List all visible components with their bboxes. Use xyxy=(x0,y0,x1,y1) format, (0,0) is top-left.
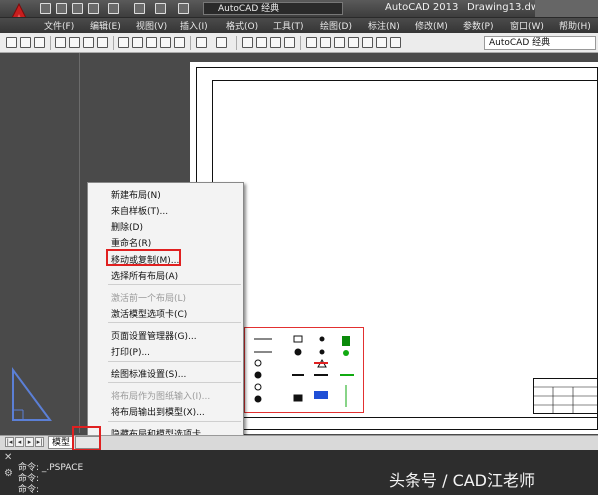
qnew-icon[interactable] xyxy=(6,37,17,48)
plot-icon[interactable] xyxy=(108,3,119,14)
watermark: 头条号 / CAD江老师 xyxy=(389,471,536,490)
menu-help[interactable]: 帮助(H) xyxy=(559,19,591,32)
menu-item-export-layout-to-model[interactable]: 将布局输出到模型(X)... xyxy=(111,405,205,418)
move-or-copy-highlight xyxy=(106,249,181,266)
sheet-set-manager-icon[interactable] xyxy=(348,37,359,48)
menu-item-page-setup-manager[interactable]: 页面设置管理器(G)... xyxy=(111,329,197,342)
menu-view[interactable]: 视图(V) xyxy=(136,19,167,32)
menu-item-import-layout-as-sheet: 将布局作为图纸输入(I)... xyxy=(111,392,211,402)
quickcalc-icon[interactable] xyxy=(376,37,387,48)
menu-separator xyxy=(108,361,241,362)
menu-item-activate-model-tab[interactable]: 激活模型选项卡(C) xyxy=(111,307,187,320)
menu-separator xyxy=(108,322,241,323)
menu-window[interactable]: 窗口(W) xyxy=(510,19,544,32)
workspace-select[interactable]: AutoCAD 经典 xyxy=(203,2,343,15)
zoom-window-icon[interactable] xyxy=(270,37,281,48)
ucs-icon xyxy=(12,366,52,421)
undo-toolbar-icon[interactable] xyxy=(196,37,207,48)
menu-item-from-template[interactable]: 来自样板(T)... xyxy=(111,204,168,217)
customize-icon[interactable]: ⚙ xyxy=(4,468,13,479)
menu-item-activate-previous-layout: 激活前一个布局(L) xyxy=(111,294,187,304)
redo-icon[interactable] xyxy=(178,3,189,14)
properties-icon[interactable] xyxy=(306,37,317,48)
workspace-dropdown-value: AutoCAD 经典 xyxy=(489,38,551,48)
print-icon[interactable] xyxy=(134,3,145,14)
workspace-select-value: AutoCAD 经典 xyxy=(218,4,280,14)
app-title: AutoCAD 2013 xyxy=(385,2,459,13)
design-center-icon[interactable] xyxy=(320,37,331,48)
zoom-realtime-icon[interactable] xyxy=(256,37,267,48)
toolbar-separator xyxy=(236,36,237,50)
menu-edit[interactable]: 编辑(E) xyxy=(90,19,121,32)
redo-toolbar-icon[interactable] xyxy=(216,37,227,48)
save-toolbar-icon[interactable] xyxy=(34,37,45,48)
menu-tools[interactable]: 工具(T) xyxy=(273,19,304,32)
toolbar-separator xyxy=(50,36,51,50)
menu-parametric[interactable]: 参数(P) xyxy=(463,19,493,32)
markup-set-icon[interactable] xyxy=(362,37,373,48)
paste-icon[interactable] xyxy=(146,37,157,48)
previous-tab-icon[interactable]: ◂ xyxy=(15,437,24,447)
menu-item-delete[interactable]: 删除(D) xyxy=(111,220,143,233)
document-title: Drawing13.dwg xyxy=(467,2,546,13)
menu-format[interactable]: 格式(O) xyxy=(226,19,258,32)
title-bar-right-area xyxy=(535,0,598,17)
plot-toolbar-icon[interactable] xyxy=(55,37,66,48)
menu-draw[interactable]: 绘图(D) xyxy=(320,19,352,32)
undo-icon[interactable] xyxy=(155,3,166,14)
open-file-icon[interactable] xyxy=(56,3,67,14)
menu-item-new-layout[interactable]: 新建布局(N) xyxy=(111,188,161,201)
next-tab-icon[interactable]: ▸ xyxy=(25,437,34,447)
last-tab-icon[interactable]: ▸| xyxy=(35,437,44,447)
new-file-icon[interactable] xyxy=(40,3,51,14)
zoom-previous-icon[interactable] xyxy=(284,37,295,48)
toolbar-separator xyxy=(113,36,114,50)
layout-tab-highlight xyxy=(72,426,101,451)
toolbar-separator xyxy=(190,36,191,50)
tab-model[interactable]: 模型 xyxy=(48,436,74,449)
viewport-divider xyxy=(79,53,80,433)
menu-modify[interactable]: 修改(M) xyxy=(415,19,448,32)
menu-separator xyxy=(108,382,241,383)
match-properties-icon[interactable] xyxy=(160,37,171,48)
menu-separator xyxy=(108,421,241,422)
menu-item-select-all-layouts[interactable]: 选择所有布局(A) xyxy=(111,269,178,282)
legend-symbols-icon xyxy=(254,335,354,407)
menu-item-drafting-standards[interactable]: 绘图标准设置(S)... xyxy=(111,367,186,380)
save-as-icon[interactable] xyxy=(88,3,99,14)
menu-item-plot[interactable]: 打印(P)... xyxy=(111,345,150,358)
menu-separator xyxy=(108,284,241,285)
pan-icon[interactable] xyxy=(242,37,253,48)
3d-dwf-icon[interactable] xyxy=(97,37,108,48)
menu-insert[interactable]: 插入(I) xyxy=(180,19,208,32)
plot-preview-icon[interactable] xyxy=(69,37,80,48)
title-block-grid xyxy=(533,386,598,414)
tool-palettes-icon[interactable] xyxy=(334,37,345,48)
open-icon[interactable] xyxy=(20,37,31,48)
menu-file[interactable]: 文件(F) xyxy=(44,19,74,32)
save-icon[interactable] xyxy=(72,3,83,14)
menu-dimension[interactable]: 标注(N) xyxy=(368,19,400,32)
workspace-dropdown[interactable]: AutoCAD 经典 xyxy=(484,36,596,50)
first-tab-icon[interactable]: |◂ xyxy=(5,437,14,447)
command-prompt[interactable]: 命令: xyxy=(18,482,39,495)
block-editor-icon[interactable] xyxy=(174,37,185,48)
toolbar-separator xyxy=(300,36,301,50)
publish-icon[interactable] xyxy=(83,37,94,48)
close-icon[interactable]: ✕ xyxy=(4,452,12,463)
copy-icon[interactable] xyxy=(132,37,143,48)
cut-icon[interactable] xyxy=(118,37,129,48)
menu-item-rename[interactable]: 重命名(R) xyxy=(111,236,151,249)
help-icon[interactable] xyxy=(390,37,401,48)
